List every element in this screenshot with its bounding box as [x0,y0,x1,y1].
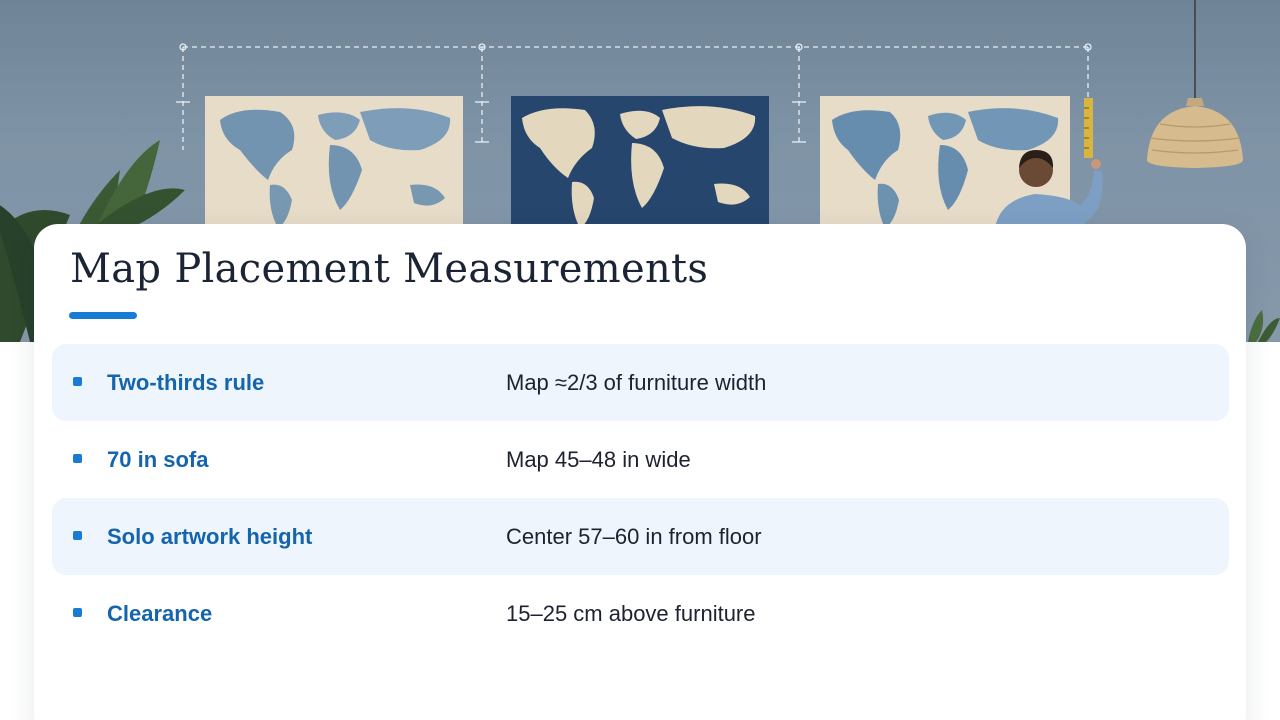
world-map-icon [511,96,769,228]
item-label: Clearance [107,601,213,626]
list-item: 70 in sofa Map 45–48 in wide [52,421,1229,498]
plant-icon [1248,310,1280,342]
item-label: 70 in sofa [107,447,209,472]
item-value: Center 57–60 in from floor [506,524,762,549]
list-item: Clearance 15–25 cm above furniture [52,575,1229,652]
bullet-icon [73,454,82,463]
measurement-list: Two-thirds rule Map ≈2/3 of furniture wi… [52,344,1229,652]
bullet-icon [73,377,82,386]
list-item: Two-thirds rule Map ≈2/3 of furniture wi… [52,344,1229,421]
bullet-icon [73,531,82,540]
item-value: Map ≈2/3 of furniture width [506,370,767,395]
bullet-icon [73,608,82,617]
content-card: Map Placement Measurements Two-thirds ru… [34,224,1246,720]
item-label: Two-thirds rule [107,370,265,395]
slide: Map Placement Measurements Two-thirds ru… [0,0,1280,720]
pendant-lamp-icon [1147,0,1243,168]
title-accent-bar [69,312,137,319]
item-value: Map 45–48 in wide [506,447,691,472]
list-item: Solo artwork height Center 57–60 in from… [52,498,1229,575]
item-label: Solo artwork height [107,524,313,549]
item-value: 15–25 cm above furniture [506,601,756,626]
world-map-icon [205,96,463,228]
tape-measure-icon [1084,98,1093,158]
slide-title: Map Placement Measurements [70,246,709,292]
